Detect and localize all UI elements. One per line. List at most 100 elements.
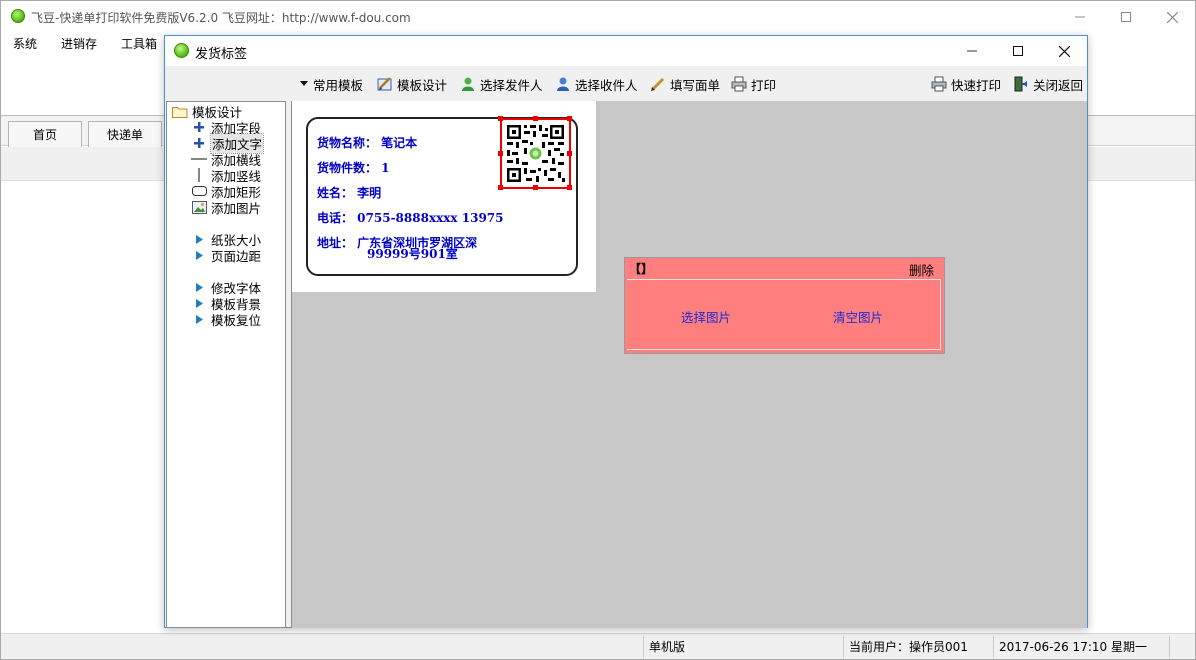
dialog-close-button[interactable] xyxy=(1041,36,1087,66)
maximize-icon xyxy=(1121,12,1131,22)
common-templates-label: 常用模板 xyxy=(313,77,364,93)
resize-handle[interactable] xyxy=(533,116,538,121)
design-canvas[interactable]: 货物名称： 笔记本 货物件数： 1 姓名： 李明 电话： 0755-8888xx… xyxy=(291,101,1087,628)
menu-system[interactable]: 系统 xyxy=(1,33,49,53)
minimize-icon xyxy=(1075,16,1085,18)
popup-body-frame xyxy=(627,279,941,350)
expand-arrow-icon xyxy=(191,312,207,326)
select-sender-button[interactable]: 选择发件人 xyxy=(460,75,543,93)
print-label: 打印 xyxy=(751,77,777,93)
status-divider xyxy=(843,636,844,658)
label-field-phone[interactable]: 电话： 0755-8888xxxx 13975 xyxy=(317,209,504,226)
image-icon xyxy=(191,200,207,214)
app-logo-icon xyxy=(11,9,25,23)
dialog-minimize-button[interactable] xyxy=(949,36,995,66)
dropdown-arrow-icon xyxy=(299,76,309,92)
minimize-icon xyxy=(967,50,977,52)
dialog-maximize-button[interactable] xyxy=(995,36,1041,66)
tree-label: 页面边距 xyxy=(211,248,262,264)
print-button[interactable]: 打印 xyxy=(731,75,776,93)
select-receiver-label: 选择收件人 xyxy=(575,77,638,93)
vertical-line-icon xyxy=(191,168,207,182)
exit-door-icon xyxy=(1013,76,1029,92)
fill-form-label: 填写面单 xyxy=(670,77,721,93)
main-title-bar: 飞豆-快递单打印软件免费版V6.2.0 飞豆网址：http://www.f-do… xyxy=(1,1,1195,33)
close-return-button[interactable]: 关闭返回 xyxy=(1013,75,1083,93)
resize-handle[interactable] xyxy=(533,185,538,190)
label-field-goods-name[interactable]: 货物名称： 笔记本 xyxy=(317,134,417,151)
status-bar: 单机版 当前用户：操作员001 2017-06-26 17:10 星期一 xyxy=(1,633,1195,659)
shipping-label-dialog: 发货标签 常用模板 模板设计 选择发件人 选择收件人 填写面单 打印 快速打印 … xyxy=(164,35,1088,628)
close-icon xyxy=(1166,11,1178,23)
fill-form-button[interactable]: 填写面单 xyxy=(650,75,720,93)
green-user-icon xyxy=(460,76,476,92)
template-design-button[interactable]: 模板设计 xyxy=(377,75,447,93)
template-design-label: 模板设计 xyxy=(397,77,448,93)
select-image-link[interactable]: 选择图片 xyxy=(681,307,731,326)
tree-item-add-image[interactable]: 添加图片 xyxy=(191,199,262,216)
printer-icon xyxy=(731,76,747,92)
label-field-address-line2[interactable]: 99999号901室 xyxy=(367,245,458,262)
select-receiver-button[interactable]: 选择收件人 xyxy=(555,75,638,93)
quick-print-button[interactable]: 快速打印 xyxy=(931,75,1001,93)
label-field-goods-count[interactable]: 货物件数： 1 xyxy=(317,159,390,176)
popup-header: 【】 删除 xyxy=(625,258,944,278)
maximize-button[interactable] xyxy=(1103,1,1149,33)
resize-handle[interactable] xyxy=(498,185,503,190)
dialog-logo-icon xyxy=(174,43,189,58)
blue-user-icon xyxy=(555,76,571,92)
quick-print-label: 快速打印 xyxy=(951,77,1002,93)
status-divider xyxy=(1169,636,1170,658)
close-icon xyxy=(1058,45,1070,57)
plus-icon xyxy=(191,120,207,134)
popup-delete-button[interactable]: 删除 xyxy=(909,260,934,279)
resize-handle[interactable] xyxy=(498,116,503,121)
resize-handle[interactable] xyxy=(567,151,572,156)
tree-label: 添加图片 xyxy=(211,200,262,216)
app-window: 飞豆-快递单打印软件免费版V6.2.0 飞豆网址：http://www.f-do… xyxy=(0,0,1196,660)
status-mode: 单机版 xyxy=(649,640,686,654)
maximize-icon xyxy=(1013,46,1023,56)
quick-printer-icon xyxy=(931,76,947,92)
dialog-toolbar: 常用模板 模板设计 选择发件人 选择收件人 填写面单 打印 快速打印 关闭返回 xyxy=(165,66,1087,100)
menu-toolbox[interactable]: 工具箱 xyxy=(109,33,169,53)
label-page: 货物名称： 笔记本 货物件数： 1 姓名： 李明 电话： 0755-8888xx… xyxy=(292,101,596,292)
resize-handle[interactable] xyxy=(567,116,572,121)
expand-arrow-icon xyxy=(191,296,207,310)
minimize-button[interactable] xyxy=(1057,1,1103,33)
folder-icon xyxy=(172,104,188,118)
select-sender-label: 选择发件人 xyxy=(480,77,543,93)
label-field-name[interactable]: 姓名： 李明 xyxy=(317,184,381,201)
expand-arrow-icon xyxy=(191,280,207,294)
status-user: 当前用户：操作员001 xyxy=(849,640,968,654)
horizontal-line-icon xyxy=(191,152,207,166)
common-templates-button[interactable]: 常用模板 xyxy=(299,75,363,93)
tree-label: 模板复位 xyxy=(211,312,262,328)
clear-image-link[interactable]: 清空图片 xyxy=(833,307,883,326)
qr-code-icon xyxy=(502,120,569,187)
pen-icon xyxy=(650,76,666,92)
close-return-label: 关闭返回 xyxy=(1033,77,1084,93)
image-element-popup: 【】 删除 选择图片 清空图片 xyxy=(624,257,945,354)
rectangle-icon xyxy=(191,184,207,198)
tab-express-form[interactable]: 快递单 xyxy=(88,121,162,147)
status-divider xyxy=(993,636,994,658)
tab-home[interactable]: 首页 xyxy=(8,121,82,147)
resize-handle[interactable] xyxy=(498,151,503,156)
dialog-title: 发货标签 xyxy=(195,47,248,62)
popup-tag: 【】 xyxy=(629,262,654,276)
close-button[interactable] xyxy=(1149,1,1195,33)
main-menu-bar: 系统 进销存 工具箱 xyxy=(1,33,169,53)
resize-handle[interactable] xyxy=(567,185,572,190)
status-datetime: 2017-06-26 17:10 星期一 xyxy=(999,640,1147,654)
expand-arrow-icon xyxy=(191,232,207,246)
design-pencil-icon xyxy=(377,76,393,92)
tree-item-page-margin[interactable]: 页面边距 xyxy=(191,247,262,264)
expand-arrow-icon xyxy=(191,248,207,262)
tree-item-template-reset[interactable]: 模板复位 xyxy=(191,311,262,328)
plus-icon xyxy=(191,136,207,150)
dialog-title-bar: 发货标签 xyxy=(165,36,1087,66)
menu-inventory[interactable]: 进销存 xyxy=(49,33,109,53)
main-window-title: 飞豆-快递单打印软件免费版V6.2.0 飞豆网址：http://www.f-do… xyxy=(31,11,411,25)
qr-code-selected-element[interactable] xyxy=(498,116,572,190)
